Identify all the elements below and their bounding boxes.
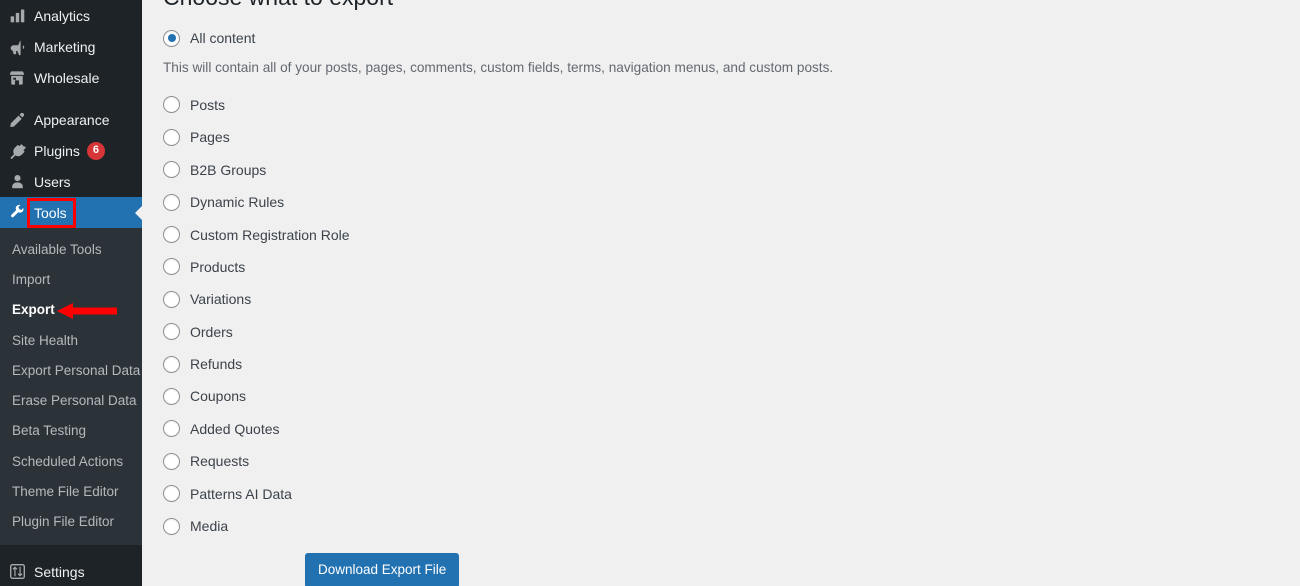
export-option-label[interactable]: Posts xyxy=(190,98,225,112)
export-option-row[interactable]: Products xyxy=(163,251,1263,283)
sidebar-item-appearance[interactable]: Appearance xyxy=(0,104,142,135)
current-menu-pointer-icon xyxy=(135,204,142,221)
user-icon xyxy=(0,173,34,190)
submenu-item-available-tools[interactable]: Available Tools xyxy=(0,235,142,265)
sidebar-item-analytics[interactable]: Analytics xyxy=(0,0,142,31)
page-title: Choose what to export xyxy=(163,0,393,13)
radio-custom-registration-role[interactable] xyxy=(163,226,180,244)
radio-added-quotes[interactable] xyxy=(163,420,180,438)
submenu-item-beta-testing[interactable]: Beta Testing xyxy=(0,416,142,446)
export-option-row[interactable]: Orders xyxy=(163,316,1263,348)
radio-patterns-ai-data[interactable] xyxy=(163,485,180,503)
sidebar-item-wholesale[interactable]: Wholesale xyxy=(0,62,142,93)
export-option-row[interactable]: Added Quotes xyxy=(163,413,1263,445)
sidebar-item-label: Appearance xyxy=(34,111,110,128)
export-option-row[interactable]: Refunds xyxy=(163,348,1263,380)
all-content-description: This will contain all of your posts, pag… xyxy=(163,60,834,76)
export-option-row[interactable]: Coupons xyxy=(163,380,1263,412)
download-export-file-button[interactable]: Download Export File xyxy=(305,553,460,586)
submenu-item-scheduled-actions[interactable]: Scheduled Actions xyxy=(0,447,142,477)
radio-all-content[interactable] xyxy=(163,29,180,47)
export-option-label[interactable]: Products xyxy=(190,260,245,274)
radio-products[interactable] xyxy=(163,258,180,276)
sidebar-item-tools[interactable]: Tools xyxy=(0,197,142,228)
sidebar-item-label: Marketing xyxy=(34,38,96,55)
radio-variations[interactable] xyxy=(163,290,180,308)
plug-icon xyxy=(0,142,34,160)
export-option-label[interactable]: All content xyxy=(190,31,255,45)
wordpress-admin-screen: Analytics Marketing Wholesale Appearance Plu… xyxy=(0,0,1300,586)
submenu-item-plugin-file-editor[interactable]: Plugin File Editor xyxy=(0,507,142,537)
sidebar-item-label: Settings xyxy=(34,563,85,580)
sidebar-item-label: Tools xyxy=(34,204,67,221)
export-option-label[interactable]: B2B Groups xyxy=(190,163,266,177)
export-option-row[interactable]: Variations xyxy=(163,283,1263,315)
export-option-label[interactable]: Requests xyxy=(190,454,249,468)
sidebar-item-label: Wholesale xyxy=(34,69,100,86)
store-icon xyxy=(0,69,34,87)
submenu-item-import[interactable]: Import xyxy=(0,265,142,295)
export-option-label[interactable]: Dynamic Rules xyxy=(190,195,284,209)
export-option-label[interactable]: Added Quotes xyxy=(190,422,280,436)
tools-submenu: Available Tools Import Export Site Health Ex… xyxy=(0,228,142,546)
export-option-label[interactable]: Custom Registration Role xyxy=(190,228,350,242)
export-option-row[interactable]: Media xyxy=(163,510,1263,542)
wrench-icon xyxy=(0,204,34,221)
plugins-update-badge: 6 xyxy=(86,141,105,160)
export-page-content: Choose what to export All content This wi… xyxy=(142,0,1300,586)
sliders-icon xyxy=(0,563,34,580)
export-option-label[interactable]: Orders xyxy=(190,325,233,339)
megaphone-icon xyxy=(0,38,34,56)
export-options-list: All content This will contain all of your… xyxy=(163,22,1263,542)
sidebar-secondary-menu: SettingsAsset CleanUp xyxy=(0,556,142,586)
radio-requests[interactable] xyxy=(163,452,180,470)
chart-bar-icon xyxy=(0,7,34,24)
export-option-label[interactable]: Media xyxy=(190,519,228,533)
radio-media[interactable] xyxy=(163,517,180,535)
paintbrush-icon xyxy=(0,111,34,129)
radio-posts[interactable] xyxy=(163,96,180,114)
export-option-row[interactable]: Dynamic Rules xyxy=(163,186,1263,218)
export-option-row[interactable]: Patterns AI Data xyxy=(163,477,1263,509)
export-option-label[interactable]: Pages xyxy=(190,130,230,144)
radio-coupons[interactable] xyxy=(163,387,180,405)
sidebar-item-label: Users xyxy=(34,173,71,190)
submenu-item-export-personal-data[interactable]: Export Personal Data xyxy=(0,356,142,386)
export-option-row[interactable]: Custom Registration Role xyxy=(163,218,1263,250)
radio-refunds[interactable] xyxy=(163,355,180,373)
submenu-item-export[interactable]: Export xyxy=(0,295,142,325)
submenu-item-erase-personal-data[interactable]: Erase Personal Data xyxy=(0,386,142,416)
radio-dynamic-rules[interactable] xyxy=(163,193,180,211)
export-option-row[interactable]: All content xyxy=(163,22,1263,54)
radio-pages[interactable] xyxy=(163,128,180,146)
export-option-label[interactable]: Patterns AI Data xyxy=(190,487,292,501)
export-option-row[interactable]: Pages xyxy=(163,121,1263,153)
admin-sidebar: Analytics Marketing Wholesale Appearance Plu… xyxy=(0,0,142,586)
export-option-row[interactable]: Requests xyxy=(163,445,1263,477)
radio-orders[interactable] xyxy=(163,323,180,341)
sidebar-item-label: Analytics xyxy=(34,7,91,24)
sidebar-item-settings[interactable]: Settings xyxy=(0,556,142,586)
export-option-label[interactable]: Variations xyxy=(190,292,251,306)
radio-b2b-groups[interactable] xyxy=(163,161,180,179)
export-option-row[interactable]: B2B Groups xyxy=(163,154,1263,186)
sidebar-item-plugins[interactable]: Plugins 6 xyxy=(0,135,142,166)
submenu-item-site-health[interactable]: Site Health xyxy=(0,326,142,356)
export-option-row[interactable]: Posts xyxy=(163,89,1263,121)
sidebar-item-label: Plugins xyxy=(34,142,80,159)
submenu-item-theme-file-editor[interactable]: Theme File Editor xyxy=(0,477,142,507)
export-option-label[interactable]: Coupons xyxy=(190,389,246,403)
sidebar-item-marketing[interactable]: Marketing xyxy=(0,31,142,62)
sidebar-primary-menu: Analytics Marketing Wholesale Appearance Plu… xyxy=(0,0,142,228)
export-option-label[interactable]: Refunds xyxy=(190,357,242,371)
sidebar-item-users[interactable]: Users xyxy=(0,166,142,197)
